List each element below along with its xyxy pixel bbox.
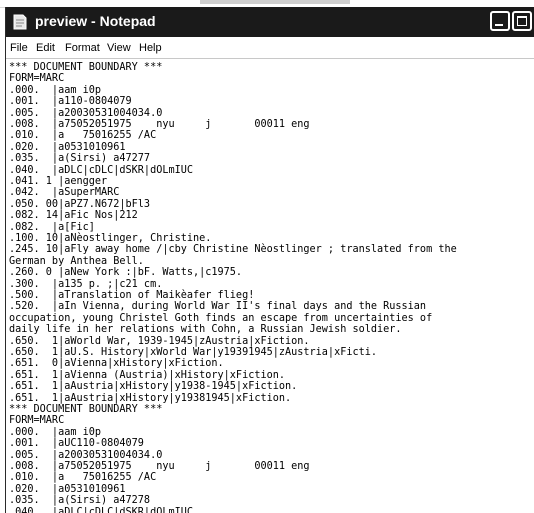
text-line: .500. |aTranslation of Maikèafer flieg!	[9, 290, 255, 301]
text-line: .300. |a135 p. ;|c21 cm.	[9, 278, 163, 290]
text-line: daily life in her relations with Cohn, a…	[9, 324, 402, 336]
text-line: .050. 00|aPZ7.N672|bFl3	[9, 198, 151, 210]
text-line: .001. |aUC110-0804079	[9, 438, 144, 450]
text-line: .082. 14|aFic Nos|212	[9, 210, 138, 222]
menu-help[interactable]: Help	[139, 42, 162, 54]
text-line: .520. |aIn Vienna, during World War II's…	[9, 301, 427, 313]
text-line: .651. 1|aAustria|xHistory|y19381945|xFic…	[9, 392, 292, 404]
text-line: .040. |aDLC|cDLC|dSKR|dOLmIUC	[9, 164, 194, 176]
text-line: FORM=MARC	[9, 415, 65, 427]
text-line: .042. |aSuperMARC	[9, 187, 120, 199]
text-line: .010. |a 75016255 /AC	[9, 130, 157, 142]
text-line: .008. |a75052051975 nyu j 00011 eng	[9, 119, 310, 130]
menu-format[interactable]: Format	[65, 42, 100, 54]
text-line: occupation, young Christel Goth finds an…	[9, 312, 433, 324]
title-bar[interactable]: preview - Notepad	[6, 7, 534, 37]
menu-bar: File Edit Format View Help	[6, 39, 534, 59]
text-line: .040. |aDLC|cDLC|dSKR|dOLmIUC	[9, 506, 194, 513]
notepad-window: preview - Notepad File Edit Format View …	[5, 7, 534, 513]
text-line: .650. 1|aWorld War, 1939-1945|zAustria|x…	[9, 335, 310, 347]
text-line: .035. |a(Sirsi) a47278	[9, 495, 151, 507]
text-editor[interactable]: *** DOCUMENT BOUNDARY *** FORM=MARC .000. …	[6, 61, 534, 513]
text-line: .650. 1|aU.S. History|xWorld War|y193919…	[9, 347, 378, 358]
text-line: .260. 0 |aNew York :|bF. Watts,|c1975.	[9, 267, 243, 279]
maximize-button[interactable]	[512, 11, 532, 31]
text-line: .651. 1|aAustria|xHistory|y1938-1945|xFi…	[9, 381, 298, 393]
text-line: .020. |a0531010961	[9, 483, 126, 495]
text-line: *** DOCUMENT BOUNDARY ***	[9, 404, 163, 415]
text-line: .005. |a20030531004034.0	[9, 449, 163, 461]
text-line: .245. 10|aFly away home /|cby Christine …	[9, 244, 457, 256]
menu-file[interactable]: File	[10, 42, 28, 54]
minimize-button[interactable]	[490, 11, 510, 31]
text-line: .082. |a[Fic]	[9, 221, 95, 233]
text-line: German by Anthea Bell.	[9, 255, 144, 267]
window-title: preview - Notepad	[35, 13, 156, 29]
text-line: .035. |a(Sirsi) a47277	[9, 153, 151, 165]
menu-edit[interactable]: Edit	[36, 42, 55, 54]
text-line: .000. |aam i0p	[9, 426, 102, 438]
text-line: .020. |a0531010961	[9, 141, 126, 153]
text-line: .000. |aam i0p	[9, 84, 102, 96]
text-line: .008. |a75052051975 nyu j 00011 eng	[9, 461, 310, 472]
notepad-icon	[13, 14, 27, 30]
text-line: .651. 0|aVienna|xHistory|xFiction.	[9, 358, 224, 370]
text-line: .041. 1 |aengger	[9, 176, 108, 187]
text-line: FORM=MARC	[9, 73, 65, 85]
text-line: .010. |a 75016255 /AC	[9, 472, 157, 484]
text-line: .001. |a110-0804079	[9, 96, 132, 108]
text-line: .651. 1|aVienna (Austria)|xHistory|xFict…	[9, 369, 286, 381]
background-window-edge	[200, 0, 350, 4]
text-line: .005. |a20030531004034.0	[9, 107, 163, 119]
text-line: *** DOCUMENT BOUNDARY ***	[9, 62, 163, 73]
menu-view[interactable]: View	[107, 42, 131, 54]
